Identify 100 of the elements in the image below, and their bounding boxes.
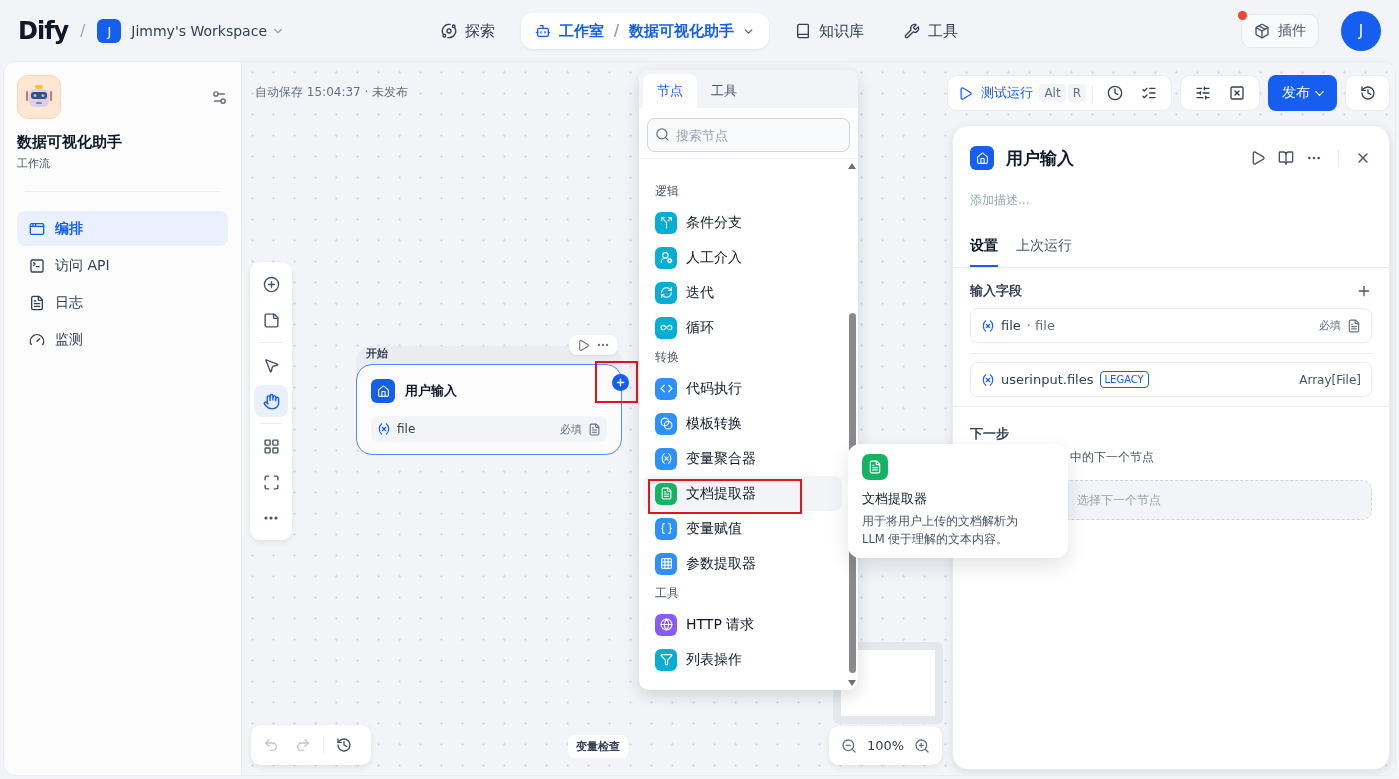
book-icon[interactable] xyxy=(1278,150,1294,166)
window-icon xyxy=(29,220,45,237)
sidebar-item[interactable]: 日志 xyxy=(17,285,228,320)
node-title: 用户输入 xyxy=(405,382,457,400)
breadcrumb-separator: / xyxy=(80,22,86,40)
test-run-button[interactable]: 测试运行 xyxy=(954,84,1038,102)
node-type-item[interactable]: 循环 xyxy=(643,310,842,345)
document-icon xyxy=(862,454,888,480)
sidebar-item[interactable]: 访问 API xyxy=(17,248,228,283)
zoom-out-icon xyxy=(841,737,857,754)
x-square-icon xyxy=(1229,85,1245,101)
add-icon[interactable] xyxy=(1356,283,1372,299)
history-icon xyxy=(336,737,352,753)
picker-tab[interactable]: 节点 xyxy=(643,74,697,108)
home-icon xyxy=(371,379,395,403)
hand-button[interactable] xyxy=(254,385,288,417)
start-node[interactable]: 开始 用户输入 file 必填 xyxy=(356,346,622,455)
nav-tab[interactable]: 知识库 xyxy=(781,13,879,49)
user-avatar[interactable]: J xyxy=(1341,11,1381,51)
checklist-icon xyxy=(1141,85,1157,101)
nav-tab[interactable]: 工作室 / 数据可视化助手 xyxy=(520,13,770,49)
panel-tab[interactable]: 设置 xyxy=(970,237,998,267)
section-title: 下一步 xyxy=(970,425,1010,443)
zoom-level[interactable]: 100% xyxy=(865,738,907,753)
variable-name: file xyxy=(397,422,417,436)
shortcut-key: R xyxy=(1067,84,1086,102)
group-title: 工具 xyxy=(654,585,680,602)
publish-button[interactable]: 发布 xyxy=(1268,75,1337,111)
app-name: 数据可视化助手 xyxy=(17,133,123,152)
zoom-in-icon xyxy=(914,737,931,754)
node-type-item[interactable]: 参数提取器 xyxy=(643,546,842,581)
panel-title: 用户输入 xyxy=(1006,146,1075,170)
input-field-row[interactable]: file · file 必填 xyxy=(970,308,1372,343)
robot-icon xyxy=(534,23,551,39)
section-title: 输入字段 xyxy=(970,282,1022,300)
breadcrumb-separator: / xyxy=(613,22,620,40)
gauge-icon xyxy=(29,331,45,348)
play-icon[interactable] xyxy=(1250,150,1266,166)
node-type-item[interactable]: 迭代 xyxy=(643,275,842,310)
node-type-item[interactable]: 变量聚合器 xyxy=(643,441,842,476)
node-type-item[interactable]: 代码执行 xyxy=(643,371,842,406)
section-description: 中的下一个节点 xyxy=(1069,449,1155,466)
node-type-item[interactable]: 列表操作 xyxy=(643,642,842,677)
history-icon xyxy=(1359,85,1376,101)
document-icon xyxy=(1347,318,1361,333)
node-type-item[interactable]: 条件分支 xyxy=(643,205,842,240)
picker-tab[interactable]: 工具 xyxy=(697,74,751,108)
workspace-switcher[interactable]: Jimmy's Workspace xyxy=(131,23,285,39)
home-icon xyxy=(970,146,994,170)
tooltip-title: 文档提取器 xyxy=(862,490,928,508)
sidebar-item[interactable]: 监测 xyxy=(17,322,228,357)
undo-icon xyxy=(263,737,279,753)
frame-icon xyxy=(262,473,280,491)
variable-icon xyxy=(981,318,995,333)
nav-label: 探索 xyxy=(464,21,495,41)
node-type-item[interactable]: HTTP 请求 xyxy=(643,607,842,642)
redo-icon xyxy=(295,737,311,753)
panel-tab[interactable]: 上次运行 xyxy=(1016,237,1072,267)
shortcut-key: Alt xyxy=(1039,84,1066,102)
node-type-item[interactable]: 模板转换 xyxy=(643,406,842,441)
field-name: userinput.files xyxy=(1001,372,1094,387)
search-icon xyxy=(655,127,670,142)
clock-icon xyxy=(1107,85,1123,101)
play-icon xyxy=(958,85,974,101)
more-icon xyxy=(264,516,278,520)
document-icon xyxy=(588,422,601,436)
sidebar-item[interactable]: 编排 xyxy=(17,211,228,246)
grid-icon xyxy=(262,437,280,455)
nav-label: 知识库 xyxy=(819,21,865,41)
required-label: 必填 xyxy=(1319,318,1341,333)
app-type: 工作流 xyxy=(17,156,51,171)
cube-icon xyxy=(1254,23,1270,39)
play-icon[interactable] xyxy=(577,338,590,352)
group-title: 逻辑 xyxy=(654,183,680,200)
nav-tab[interactable]: 工具 xyxy=(890,13,973,49)
node-type-item[interactable]: 人工介入 xyxy=(643,240,842,275)
nav-tab[interactable]: 探索 xyxy=(426,13,509,49)
plus-icon xyxy=(615,377,626,388)
plus-circle-icon xyxy=(262,275,280,293)
app-switcher[interactable]: 数据可视化助手 xyxy=(629,21,735,41)
dify-logo[interactable]: Dify xyxy=(18,17,69,45)
node-type-item[interactable]: 变量赋值 xyxy=(643,511,842,546)
add-next-node-button[interactable] xyxy=(612,374,629,391)
version-history-button[interactable] xyxy=(1345,75,1390,111)
settings-icon[interactable] xyxy=(211,88,228,106)
nav-label: 工作室 xyxy=(558,21,604,41)
app-icon xyxy=(17,75,61,119)
book-icon xyxy=(795,23,812,39)
required-label: 必填 xyxy=(560,421,582,437)
variable-inspect-button[interactable]: 变量检查 xyxy=(568,735,628,758)
plugins-button[interactable]: 插件 xyxy=(1241,14,1319,48)
node-label: 开始 xyxy=(366,346,388,362)
wrench-icon xyxy=(904,23,921,39)
planet-icon xyxy=(440,23,457,39)
workspace-avatar: J xyxy=(97,19,122,43)
field-type: Array[File] xyxy=(1299,372,1361,387)
node-type-item[interactable]: 文档提取器 xyxy=(643,476,842,511)
search-field[interactable]: 搜索节点 xyxy=(647,118,850,152)
terminal-icon xyxy=(29,257,45,274)
nav-label: 工具 xyxy=(928,21,959,41)
